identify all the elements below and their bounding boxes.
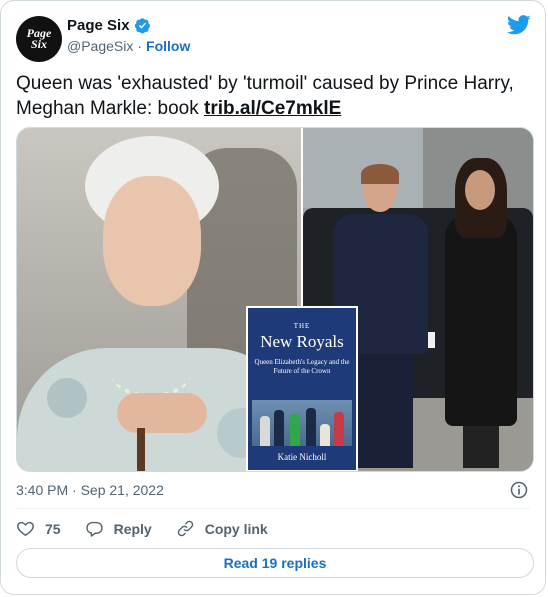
tweet-actions: 75 Reply Copy link bbox=[16, 519, 292, 538]
book-author: Katie Nicholl bbox=[277, 452, 327, 462]
reply-button[interactable]: Reply bbox=[85, 519, 152, 538]
book-subtitle: Queen Elizabeth's Legacy and the Future … bbox=[254, 358, 350, 375]
man-hair bbox=[361, 164, 399, 184]
follow-button[interactable]: Follow bbox=[146, 38, 190, 54]
figure bbox=[320, 424, 330, 446]
reply-icon bbox=[85, 521, 103, 537]
black-dress bbox=[445, 216, 517, 426]
twitter-bird-icon[interactable] bbox=[507, 15, 531, 35]
like-count: 75 bbox=[45, 520, 61, 537]
walking-cane bbox=[137, 428, 145, 471]
verified-badge-icon bbox=[134, 18, 150, 34]
figure bbox=[290, 414, 300, 446]
woman-figure bbox=[433, 158, 528, 468]
copy-link-button[interactable]: Copy link bbox=[176, 519, 268, 538]
handle-row: @PageSix · Follow bbox=[67, 38, 190, 54]
figure bbox=[260, 416, 270, 446]
dress-pattern bbox=[47, 378, 87, 418]
copy-link-label: Copy link bbox=[204, 520, 268, 537]
tweet-link[interactable]: trib.al/Ce7mklE bbox=[204, 98, 341, 119]
hands bbox=[117, 393, 207, 433]
figure bbox=[274, 410, 284, 446]
avatar[interactable]: Page Six bbox=[16, 16, 62, 62]
heart-icon bbox=[17, 521, 34, 537]
reply-label: Reply bbox=[113, 520, 152, 537]
figure bbox=[306, 408, 316, 446]
book-cover-photo bbox=[252, 400, 352, 446]
face bbox=[103, 176, 201, 306]
tweet-media[interactable]: 22 THE New Royals Queen Elizabeth's Lega… bbox=[16, 127, 534, 472]
tweet-timestamp[interactable]: 3:40 PM · Sep 21, 2022 bbox=[16, 482, 164, 498]
woman-face bbox=[465, 170, 495, 210]
author-name-row: Page Six bbox=[67, 17, 151, 34]
link-icon bbox=[177, 520, 193, 537]
author-name[interactable]: Page Six bbox=[67, 17, 130, 34]
figure bbox=[334, 412, 344, 446]
divider bbox=[16, 508, 530, 509]
author-handle[interactable]: @PageSix bbox=[67, 38, 133, 54]
tweet-card: Page Six Page Six @PageSix · Follow Quee… bbox=[0, 0, 546, 595]
book-top-text: THE bbox=[293, 322, 311, 330]
handle-separator: · bbox=[137, 38, 143, 54]
pearl-necklace bbox=[111, 348, 191, 398]
avatar-text-bottom: Six bbox=[30, 37, 47, 51]
info-icon[interactable] bbox=[509, 480, 529, 500]
read-replies-button[interactable]: Read 19 replies bbox=[16, 548, 534, 578]
book-title: New Royals bbox=[260, 332, 344, 351]
book-cover: THE New Royals Queen Elizabeth's Legacy … bbox=[246, 306, 358, 471]
tweet-text: Queen was 'exhausted' by 'turmoil' cause… bbox=[16, 71, 536, 121]
like-button[interactable]: 75 bbox=[16, 519, 61, 538]
man-legs bbox=[353, 348, 413, 468]
